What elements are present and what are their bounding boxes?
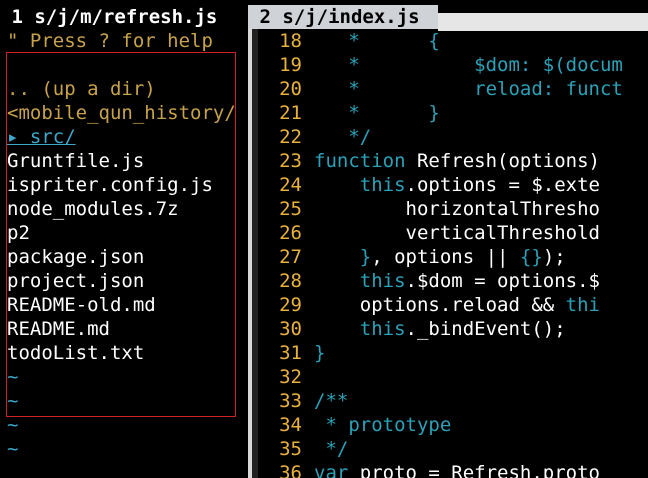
code-text: */ — [302, 125, 371, 149]
tab-refresh-js[interactable]: 1 s/j/m/refresh.js — [0, 5, 246, 29]
line-number: 30 — [279, 318, 302, 340]
code-text: function Refresh(options) — [302, 149, 600, 173]
code-token: /** — [314, 390, 349, 412]
code-line: 30 this._bindEvent(); — [258, 317, 566, 341]
code-token: * reload: funct — [314, 78, 623, 100]
code-line: 32 — [258, 365, 314, 389]
line-number: 23 — [279, 150, 302, 172]
code-line: 19 * $dom: $(docum — [258, 53, 623, 77]
code-token: , options || — [371, 246, 520, 268]
code-text: var proto = Refresh.proto — [302, 461, 600, 478]
code-text: this.options = $.exte — [302, 173, 600, 197]
code-token: */ — [314, 126, 372, 148]
code-line: 24 this.options = $.exte — [258, 173, 600, 197]
line-number: 25 — [279, 198, 302, 220]
line-number: 28 — [279, 270, 302, 292]
code-token: .$dom = options.$ — [405, 270, 600, 292]
line-number: 27 — [279, 246, 302, 268]
code-line: 20 * reload: funct — [258, 77, 623, 101]
code-token: ._bindEvent(); — [405, 318, 566, 340]
code-line: 25 horizontalThresho — [258, 197, 600, 221]
code-token: * prototype — [314, 414, 452, 436]
line-number: 18 — [279, 30, 302, 52]
code-text: } — [302, 341, 325, 365]
line-number: 20 — [279, 78, 302, 100]
code-token: var — [314, 462, 349, 478]
code-token: .options = $.exte — [405, 174, 600, 196]
code-token: this — [359, 270, 406, 292]
line-number: 34 — [279, 414, 302, 436]
code-line: 33 /** — [258, 389, 348, 413]
code-line: 34 * prototype — [258, 413, 451, 437]
line-number: 21 — [279, 102, 302, 124]
line-number: 24 — [279, 174, 302, 196]
code-editor[interactable]: 18 * {19 * $dom: $(docum 20 * reload: fun… — [252, 29, 648, 478]
code-text: * { — [302, 29, 440, 53]
line-number: 33 — [279, 390, 302, 412]
empty-line-marker: ~ — [7, 438, 19, 460]
code-token: this — [359, 174, 406, 196]
code-line: 29 options.reload && thi — [258, 293, 600, 317]
code-token: * { — [314, 30, 440, 52]
line-number: 22 — [279, 126, 302, 148]
code-text: * } — [302, 101, 440, 125]
line-number: 36 — [279, 462, 302, 478]
code-token: options.reload && — [314, 294, 566, 316]
code-line: 35 */ — [258, 437, 348, 461]
code-line: 27 }, options || {}); — [258, 245, 566, 269]
code-token: this — [359, 318, 406, 340]
code-line: 31} — [258, 341, 325, 365]
tab-index-js[interactable]: 2 s/j/index.js — [248, 5, 438, 29]
code-token: thi — [565, 294, 600, 316]
code-text: }, options || {}); — [302, 245, 566, 269]
code-line: 23 function Refresh(options) — [258, 149, 600, 173]
highlight-box — [6, 52, 236, 417]
line-number: 32 — [279, 366, 302, 388]
code-text: verticalThreshold — [302, 221, 600, 245]
code-line: 28 this.$dom = options.$ — [258, 269, 600, 293]
tabline: 1 s/j/m/refresh.js 2 s/j/index.js — [0, 5, 648, 31]
line-number: 19 — [279, 54, 302, 76]
code-text: /** — [302, 389, 348, 413]
code-line: 21 * } — [258, 101, 440, 125]
line-number: 35 — [279, 438, 302, 460]
code-token: } — [314, 246, 372, 268]
code-token: } — [314, 342, 326, 364]
code-text: * prototype — [302, 413, 451, 437]
code-token: ); — [542, 246, 566, 268]
code-line: 18 * { — [258, 29, 440, 53]
line-number: 29 — [279, 294, 302, 316]
code-token: */ — [314, 438, 349, 460]
code-text: * reload: funct — [302, 77, 623, 101]
code-line: 36 var proto = Refresh.proto — [258, 461, 600, 478]
code-token: horizontalThresho — [314, 198, 600, 220]
help-hint: " Press ? for help — [7, 30, 213, 52]
code-text: */ — [302, 437, 348, 461]
code-text: this.$dom = options.$ — [302, 269, 600, 293]
code-token: {} — [519, 246, 543, 268]
line-number: 31 — [279, 342, 302, 364]
code-text: options.reload && thi — [302, 293, 600, 317]
code-line: 26 verticalThreshold — [258, 221, 600, 245]
code-text: * $dom: $(docum — [302, 53, 623, 77]
code-line: 22 */ — [258, 125, 371, 149]
line-number: 26 — [279, 222, 302, 244]
code-token: * $dom: $(docum — [314, 54, 623, 76]
code-token: * } — [314, 102, 440, 124]
code-token: function — [314, 150, 406, 172]
code-token: proto = Refresh.proto — [348, 462, 600, 478]
code-token: verticalThreshold — [314, 222, 600, 244]
code-text: horizontalThresho — [302, 197, 600, 221]
code-token: Refresh(options) — [405, 150, 600, 172]
code-text: this._bindEvent(); — [302, 317, 566, 341]
